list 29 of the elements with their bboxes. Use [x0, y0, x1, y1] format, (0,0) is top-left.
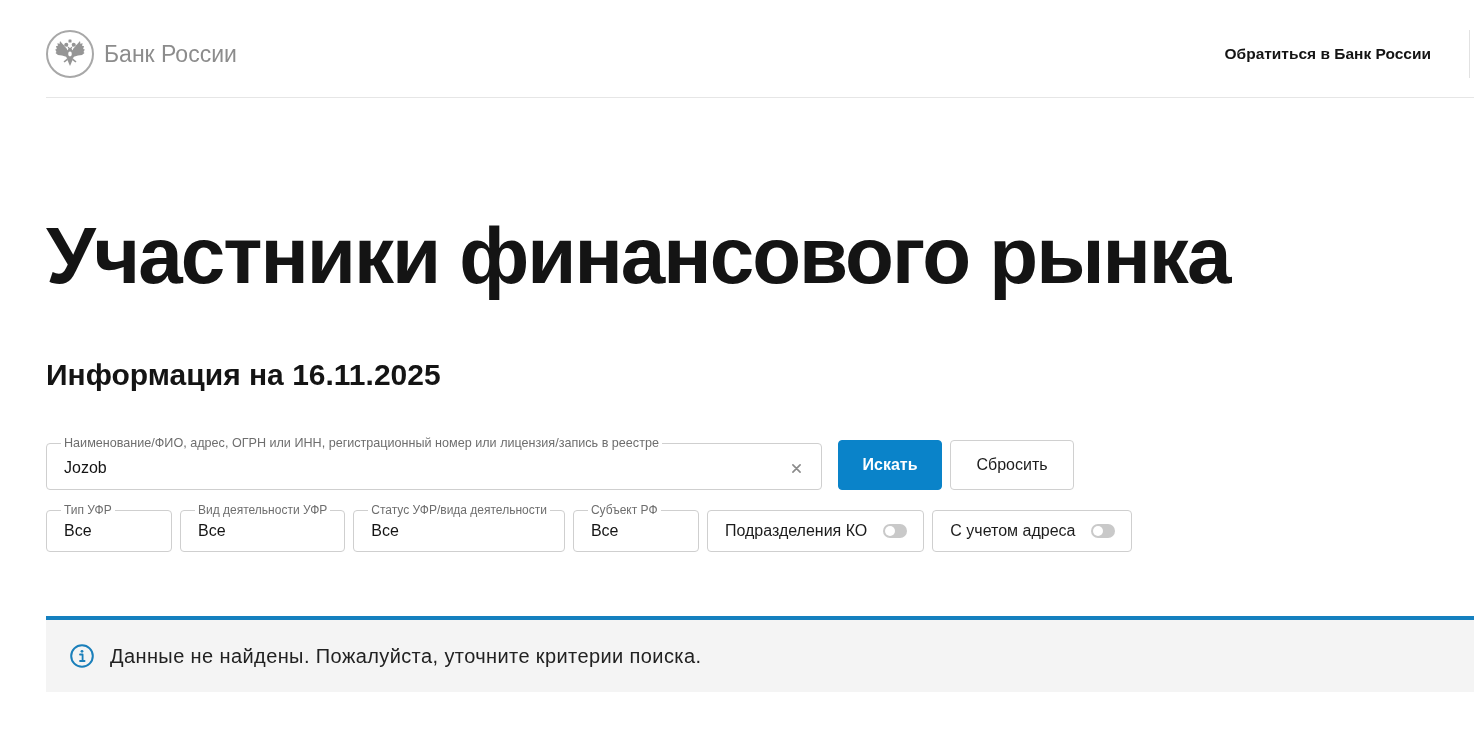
reset-button[interactable]: Сбросить — [950, 440, 1074, 490]
dropdown-value: Все — [589, 521, 620, 541]
eagle-emblem-icon[interactable] — [46, 30, 94, 78]
search-field-label: Наименование/ФИО, адрес, ОГРН или ИНН, регистрационный номер или лицензия/запись в реестре — [63, 436, 660, 450]
search-field[interactable]: Наименование/ФИО, адрес, ОГРН или ИНН, регистрационный номер или лицензия/запись в реестре Jozob — [46, 436, 822, 490]
contact-link[interactable]: Обратиться в Банк России — [1224, 45, 1431, 63]
toggle-label: Подразделения КО — [724, 522, 868, 540]
dropdown-label: Статус УФР/вида деятельности — [370, 504, 548, 516]
toggle-option[interactable]: Подразделения КО — [706, 510, 925, 552]
dropdown-label: Тип УФР — [63, 504, 113, 516]
dropdown-field[interactable]: Статус УФР/вида деятельности Все — [353, 504, 565, 552]
dropdown-field[interactable]: Тип УФР Все — [46, 504, 172, 552]
dropdown-value: Все — [197, 521, 227, 541]
toggle-switch[interactable] — [1091, 524, 1116, 538]
search-text: Jozob — [64, 458, 107, 478]
info-icon — [70, 644, 94, 668]
dropdown-value: Все — [63, 521, 93, 541]
search-button[interactable]: Искать — [838, 440, 942, 490]
dropdown-field[interactable]: Вид деятельности УФР Все — [180, 504, 346, 552]
dropdown-label: Субъект РФ — [589, 504, 659, 516]
dropdown-label: Вид деятельности УФР — [197, 504, 329, 516]
dropdown-value: Все — [370, 521, 400, 541]
info-date-heading: Информация на 16.11.2025 — [46, 358, 442, 392]
dropdown-field[interactable]: Субъект РФ Все — [572, 504, 699, 552]
clear-icon[interactable] — [792, 463, 801, 473]
alert-message: Данные не найдены. Пожалуйста, уточните критерии поиска. — [110, 644, 702, 668]
toggle-switch[interactable] — [883, 524, 908, 538]
toggle-option[interactable]: С учетом адреса — [932, 510, 1133, 552]
toggle-label: С учетом адреса — [950, 522, 1076, 540]
